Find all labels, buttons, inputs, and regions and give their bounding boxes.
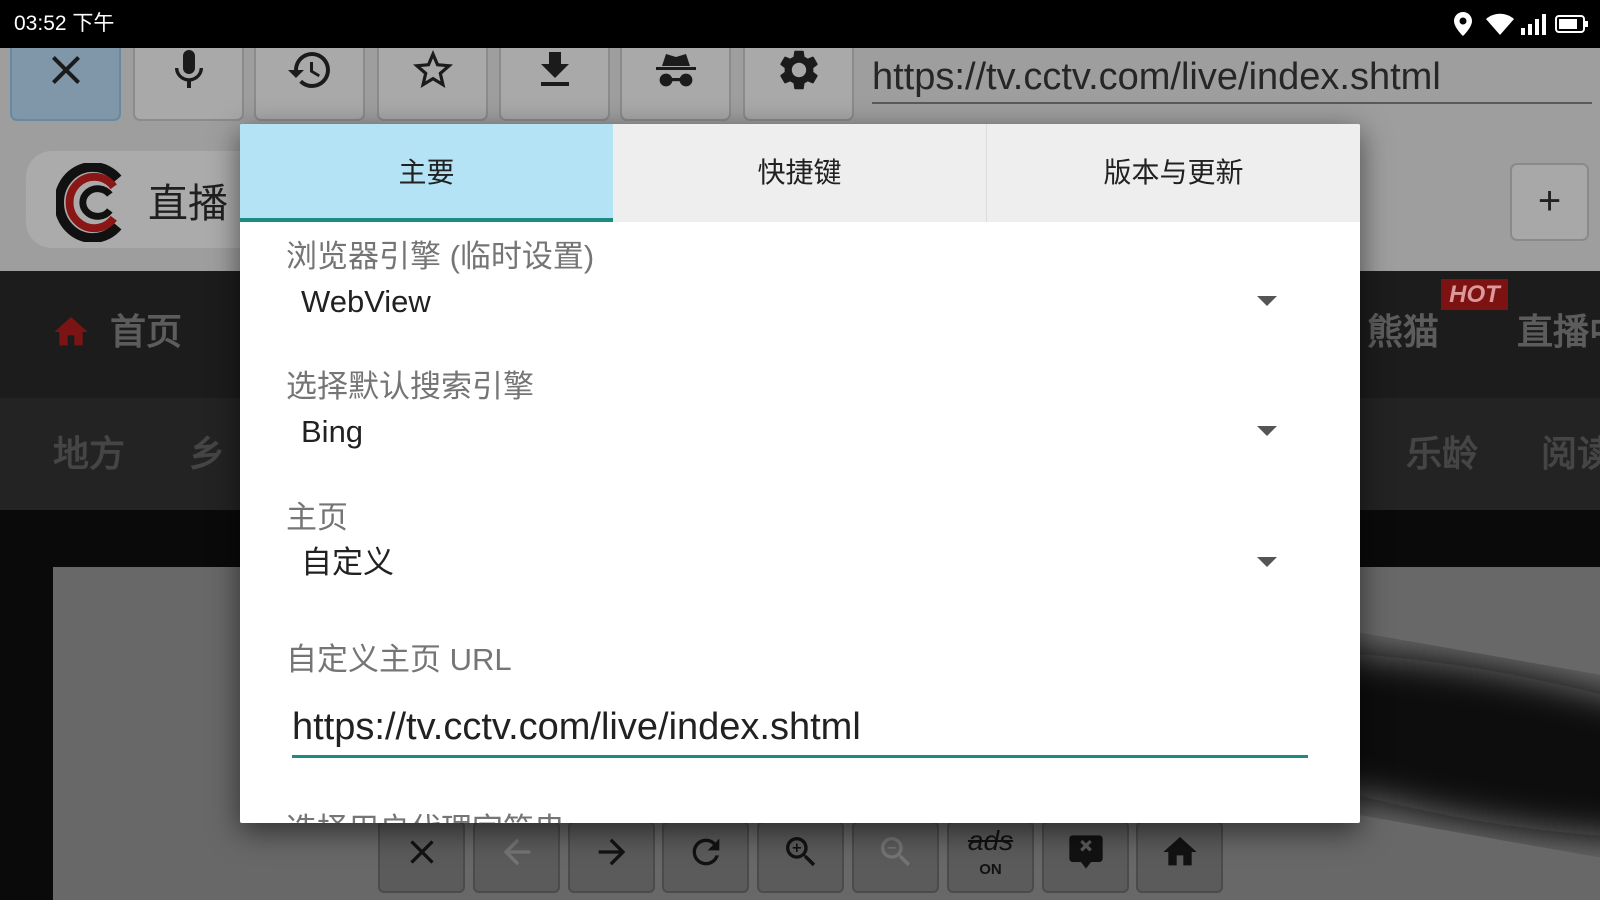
setting-user-agent[interactable]: 选择用户代理字符串 [240, 811, 1360, 823]
back-button[interactable] [473, 821, 560, 893]
signal-icon [1521, 14, 1546, 35]
close-icon [51, 56, 80, 84]
url-input[interactable] [872, 52, 1592, 102]
refresh-icon [692, 838, 719, 866]
nav-item-rural[interactable]: 乡 [189, 432, 225, 476]
popup-block-button[interactable] [1042, 821, 1129, 893]
search-engine-dropdown[interactable]: Bing [286, 408, 1296, 456]
home-button[interactable] [1136, 821, 1223, 893]
nav-item-seniors[interactable]: 乐龄 [1406, 432, 1478, 476]
dropdown-arrow-icon [1257, 296, 1277, 306]
setting-label: 主页 [286, 500, 348, 535]
mic-icon [174, 50, 203, 88]
browser-engine-dropdown[interactable]: WebView [286, 278, 1296, 326]
close-tab-button[interactable] [378, 821, 465, 893]
setting-label: 选择默认搜索引擎 [286, 369, 534, 404]
setting-browser-engine: 浏览器引擎 (临时设置) WebView [240, 238, 1360, 368]
setting-label: 浏览器引擎 (临时设置) [286, 239, 595, 274]
incognito-icon [655, 54, 696, 87]
download-icon [540, 52, 569, 86]
ad-block-label: ads [967, 825, 1014, 856]
refresh-button[interactable] [662, 821, 749, 893]
home-page-dropdown[interactable]: 自定义 [286, 539, 1296, 587]
setting-label: 选择用户代理字符串 [286, 811, 565, 823]
ad-block-state: ON [979, 861, 1002, 878]
new-tab-button[interactable]: + [1510, 163, 1589, 241]
close-icon [409, 840, 434, 864]
dropdown-arrow-icon [1257, 557, 1277, 567]
dropdown-value: 自定义 [301, 545, 394, 580]
hot-badge: HOT [1441, 279, 1508, 310]
home-icon [1162, 837, 1197, 866]
zoom-in-button[interactable] [757, 821, 844, 893]
battery-icon [1555, 15, 1588, 33]
tab-main[interactable]: 主要 [240, 124, 613, 222]
setting-label: 自定义主页 URL [286, 642, 512, 677]
dropdown-arrow-icon [1257, 426, 1277, 436]
setting-search-engine: 选择默认搜索引擎 Bing [240, 368, 1360, 498]
nav-item-live[interactable]: 直播中 [1517, 310, 1600, 354]
input-underline [292, 755, 1308, 758]
zoom-out-button[interactable] [852, 821, 939, 893]
status-time: 03:52 下午 [14, 12, 115, 35]
custom-home-url-input[interactable] [292, 704, 1308, 750]
tab-shortcuts[interactable]: 快捷键 [613, 124, 986, 222]
settings-dialog: 主要 快捷键 版本与更新 浏览器引擎 (临时设置) WebView 选择默认搜索… [240, 124, 1360, 823]
tab-title: 直播 [148, 182, 228, 226]
nav-item-panda[interactable]: 熊猫 [1367, 310, 1439, 354]
settings-tabs: 主要 快捷键 版本与更新 [240, 124, 1360, 222]
history-icon [287, 52, 330, 89]
ad-block-toggle[interactable]: ads ON [947, 821, 1034, 893]
zoom-in-icon [785, 837, 815, 867]
dropdown-value: WebView [301, 284, 431, 319]
arrow-forward-icon [598, 838, 625, 866]
dropdown-value: Bing [301, 414, 364, 449]
nav-item-reading[interactable]: 阅读 [1541, 432, 1600, 476]
star-outline-icon [412, 50, 453, 88]
cctv-logo [56, 163, 122, 242]
zoom-out-icon [880, 837, 910, 867]
setting-custom-home-url: 自定义主页 URL [240, 641, 1360, 771]
status-bar: 03:52 下午 [0, 0, 1600, 48]
close-bubble-icon [1068, 835, 1103, 869]
setting-home-page: 主页 自定义 [240, 499, 1360, 629]
forward-button[interactable] [568, 821, 655, 893]
nav-item-local[interactable]: 地方 [53, 432, 125, 476]
gear-icon [779, 50, 818, 90]
url-underline [872, 102, 1592, 104]
location-icon [1454, 12, 1472, 36]
home-icon [54, 317, 88, 346]
tab-version-updates[interactable]: 版本与更新 [986, 124, 1360, 222]
wifi-icon [1486, 13, 1514, 35]
arrow-back-icon [503, 838, 530, 866]
nav-item-home[interactable]: 首页 [110, 310, 182, 354]
